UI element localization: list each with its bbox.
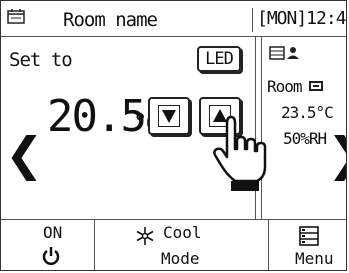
menu-label: Menu <box>295 249 334 268</box>
mode-name: Cool <box>163 223 202 242</box>
room-temperature: 23.5°C <box>281 103 334 122</box>
on-status-label: ON <box>43 223 63 242</box>
previous-page-arrow[interactable]: ❮ <box>5 131 44 177</box>
day-time-display: [MON]12:45 <box>252 8 346 32</box>
mode-label: Mode <box>161 249 200 268</box>
room-name: Room name <box>63 9 158 31</box>
temperature-down-button[interactable] <box>148 97 190 135</box>
power-icon <box>42 247 60 265</box>
controller-screen: Room name [MON]12:45 Set to LED 20.5 °C … <box>0 0 347 271</box>
bottom-button-bar: ON Cool Mode Menu <box>1 219 346 270</box>
on-off-button[interactable]: ON <box>1 220 95 270</box>
triangle-down-icon <box>158 105 180 127</box>
mode-button[interactable]: Cool Mode <box>95 220 269 270</box>
room-label: Room <box>267 77 303 96</box>
set-to-label: Set to <box>9 49 73 71</box>
next-page-arrow[interactable]: ❯ <box>327 131 346 177</box>
menu-button[interactable]: Menu <box>269 220 346 270</box>
led-button[interactable]: LED <box>197 46 241 72</box>
menu-list-icon <box>299 226 319 246</box>
room-calendar-icon <box>7 9 25 24</box>
sensor-icon <box>309 81 323 91</box>
pointing-hand-icon <box>213 115 267 191</box>
room-humidity: 50%RH <box>283 129 327 148</box>
set-temperature-value: 20.5 <box>47 91 147 142</box>
outdoor-and-person-icon <box>269 46 299 60</box>
snowflake-icon <box>136 227 154 245</box>
top-status-bar: Room name [MON]12:45 <box>1 1 346 37</box>
